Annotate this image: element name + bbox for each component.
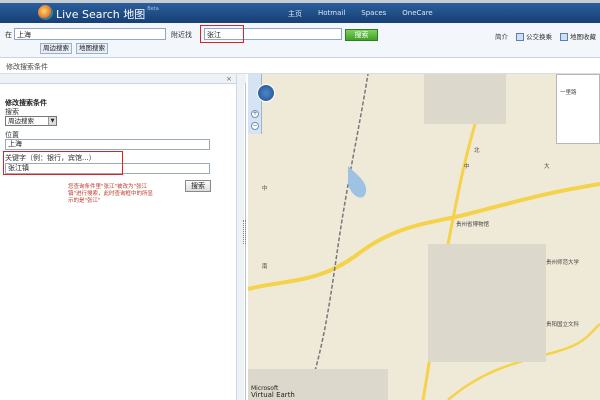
subbar-title: 修改搜索条件 [6,63,48,71]
location-input[interactable]: 上海 [14,28,166,40]
nav-hotmail[interactable]: Hotmail [318,9,345,19]
correction-note: 您查询条件里"张江"被改为"张江镇"进行搜索，此时查询框中的所显示的是"张江" [68,184,154,204]
map-label: 大 [544,164,550,170]
minimap-panel[interactable] [556,74,600,144]
brand-sub: 地图 [123,8,146,21]
zoom-in-icon[interactable]: + [251,110,259,118]
chevron-down-icon: ▼ [48,117,56,125]
favorites-label: 地图收藏 [570,33,596,41]
map-label: 中 [464,164,470,170]
credit-line2: Virtual Earth [251,391,295,399]
search-toolbar: 在 上海 附近找 张江 搜索 周边搜索 地图搜索 简介 公交换乘 地图收藏 [0,23,600,58]
location-label: 在 [5,31,12,39]
search-type-select[interactable]: 周边搜索 ▼ [5,116,57,126]
zoom-out-icon[interactable]: − [251,122,259,130]
brand-title[interactable]: Live Search 地图 Beta [56,6,159,22]
map-label: 贵州省博物馆 [456,222,490,228]
map-label: 贵阳国立文科 [546,322,580,328]
search-button[interactable]: 搜索 [345,29,378,41]
map-label: 一里路 [560,90,577,96]
map-label: 北 [474,148,480,154]
transit-link[interactable]: 公交换乘 [516,31,552,41]
top-nav: 主页 Hotmail Spaces OneCare [288,9,433,19]
bus-icon [516,33,524,41]
highlight-box-near [200,25,244,43]
map-favorites-icon [560,33,568,41]
search-panel: × 修改搜索条件 搜索 周边搜索 ▼ 位置 上海 关键字（例：银行，宾馆...）… [0,74,246,400]
page-subbar: 修改搜索条件 [0,58,600,74]
panel-search-button[interactable]: 搜索 [185,180,211,192]
site-header: Live Search 地图 Beta 主页 Hotmail Spaces One… [0,3,600,23]
virtual-earth-logo: Microsoft Virtual Earth [251,386,295,399]
map-controls: + − [248,74,262,134]
map-label: 贵州师范大学 [546,260,580,266]
nav-spaces[interactable]: Spaces [361,9,386,19]
compass-icon[interactable] [257,84,275,102]
map-label: 南 [262,264,268,270]
railway [307,74,369,395]
tab-map-search[interactable]: 地图搜索 [76,43,108,54]
nav-onecare[interactable]: OneCare [402,9,432,19]
map-tile-missing [424,74,506,124]
tab-nearby-search[interactable]: 周边搜索 [40,43,72,54]
panel-header [0,74,246,84]
transit-label: 公交换乘 [526,33,552,41]
panel-close-button[interactable]: × [226,75,232,83]
map-tools: 简介 公交换乘 地图收藏 [495,31,596,41]
map-view[interactable]: + − 中 南 中 北 大 贵州省博物馆 贵州师范大学 贵阳国立文科 一里路 M… [248,74,600,400]
lake [348,166,367,198]
near-label: 附近找 [171,31,192,39]
windows-logo-icon[interactable] [38,5,53,20]
road-main [248,182,600,291]
nav-home[interactable]: 主页 [288,9,302,19]
panel-location-input[interactable]: 上海 [5,139,210,150]
panel-resize-handle[interactable] [243,220,246,244]
search-type-value: 周边搜索 [8,117,34,125]
intro-link[interactable]: 简介 [495,31,508,41]
map-label: 中 [262,186,268,192]
brand-tag: Beta [147,6,159,12]
map-tile-missing [428,244,546,362]
brand-name: Live Search [56,8,120,21]
favorites-link[interactable]: 地图收藏 [560,31,596,41]
highlight-box-keyword [3,151,123,175]
